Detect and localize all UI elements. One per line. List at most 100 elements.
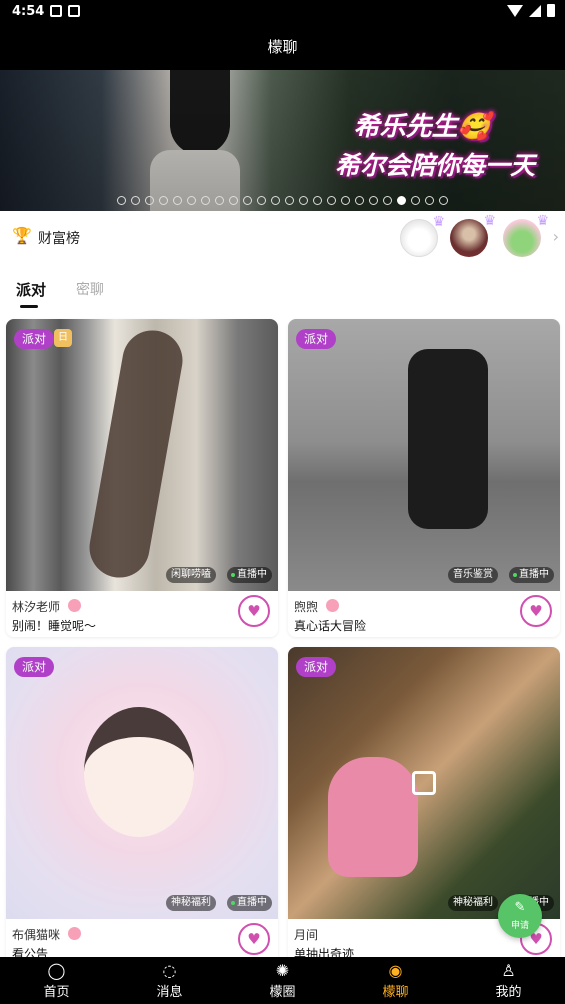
apply-label: 申请 xyxy=(510,921,529,931)
carousel-dot[interactable] xyxy=(299,196,308,205)
home-icon: ◯ xyxy=(47,961,66,980)
carousel-dot[interactable] xyxy=(229,196,238,205)
tab-party[interactable]: 派对 xyxy=(16,279,46,300)
nav-home[interactable]: ◯ 首页 xyxy=(0,957,113,1004)
carousel-dot[interactable] xyxy=(187,196,196,205)
signal-icon xyxy=(529,4,541,17)
profile-icon: ♙ xyxy=(501,961,516,980)
host-name: 布偶猫咪 xyxy=(12,928,61,942)
carousel-dot[interactable] xyxy=(159,196,168,205)
room-type-badge: 派对 xyxy=(14,657,55,677)
room-extra-badge: 日 xyxy=(54,329,72,347)
heart-button[interactable]: ♥ xyxy=(238,923,270,955)
nav-circle-label: 檬圈 xyxy=(269,985,296,1000)
banner-carousel[interactable]: 希乐先生🥰 希尔会陪你每一天 xyxy=(0,70,565,211)
carousel-dot[interactable] xyxy=(215,196,224,205)
room-topic-chip: 音乐鉴赏 xyxy=(448,567,498,583)
ranking-label: 财富榜 xyxy=(38,231,80,247)
heart-button[interactable]: ♥ xyxy=(238,595,270,627)
chat-icon: ◉ xyxy=(388,961,403,980)
status-system-icons xyxy=(507,4,555,17)
host-name: 林汐老师 xyxy=(12,600,61,614)
crown-icon: ♛ xyxy=(536,213,549,229)
status-notification-icons xyxy=(50,5,80,17)
tab-bar: 派对 密聊 xyxy=(0,263,565,313)
avatar[interactable]: ♛ xyxy=(400,214,445,257)
room-topic-chip: 神秘福利 xyxy=(166,895,216,911)
room-type-badge: 派对 xyxy=(14,329,55,349)
room-grid: 派对 日 闲聊唠嗑 直播中 林汐老师 别闹！睡觉呢～ ♥ 派对 音乐鉴赏 直播中… xyxy=(0,313,565,957)
banner-headline: 希乐先生🥰 xyxy=(353,112,490,142)
carousel-dot[interactable] xyxy=(327,196,336,205)
battery-icon xyxy=(547,4,555,17)
circle-icon: ✺ xyxy=(275,961,290,980)
carousel-dot[interactable] xyxy=(369,196,378,205)
avatar[interactable]: ♛ xyxy=(503,213,549,257)
carousel-dot[interactable] xyxy=(383,196,392,205)
room-card[interactable]: 派对 日 闲聊唠嗑 直播中 林汐老师 别闹！睡觉呢～ ♥ xyxy=(6,319,278,637)
room-cover-image xyxy=(6,319,278,591)
crown-icon: ♛ xyxy=(483,213,496,229)
room-type-badge: 派对 xyxy=(296,329,337,349)
avatar[interactable]: ♛ xyxy=(450,213,496,257)
host-level-icon xyxy=(326,599,339,612)
carousel-dot[interactable] xyxy=(439,196,448,205)
nav-profile-label: 我的 xyxy=(495,985,522,1000)
room-type-badge: 派对 xyxy=(296,657,337,677)
nav-profile[interactable]: ♙ 我的 xyxy=(452,957,565,1004)
carousel-dot[interactable] xyxy=(397,196,406,205)
carousel-dot[interactable] xyxy=(257,196,266,205)
chevron-right-icon[interactable]: › xyxy=(553,227,559,246)
status-bar: 4:54 xyxy=(0,0,565,24)
edit-icon: ✎ xyxy=(514,900,526,915)
host-name: 煦煦 xyxy=(294,600,319,614)
heart-button[interactable]: ♥ xyxy=(520,595,552,627)
carousel-indicator xyxy=(0,196,565,205)
message-icon: ◌ xyxy=(162,961,177,980)
apply-button[interactable]: ✎ 申请 xyxy=(498,894,542,938)
host-name: 月间 xyxy=(294,928,319,942)
host-level-icon xyxy=(68,927,81,940)
room-description: 单抽出奇迹 xyxy=(294,947,355,957)
carousel-dot[interactable] xyxy=(131,196,140,205)
room-description: 别闹！睡觉呢～ xyxy=(12,619,97,633)
nav-messages[interactable]: ◌ 消息 xyxy=(113,957,226,1004)
trophy-icon: 🏆 xyxy=(12,226,32,245)
lock-icon xyxy=(412,771,436,795)
carousel-dot[interactable] xyxy=(425,196,434,205)
room-topic-chip: 神秘福利 xyxy=(448,895,498,911)
carousel-dot[interactable] xyxy=(341,196,350,205)
banner-subheadline: 希尔会陪你每一天 xyxy=(334,151,535,180)
room-card[interactable]: 派对 神秘福利 直播中 布偶猫咪 看公告 ♥ xyxy=(6,647,278,957)
carousel-dot[interactable] xyxy=(313,196,322,205)
carousel-dot[interactable] xyxy=(145,196,154,205)
nav-chat-label: 檬聊 xyxy=(382,985,409,1000)
live-status-chip: 直播中 xyxy=(227,895,272,911)
room-topic-chip: 闲聊唠嗑 xyxy=(166,567,216,583)
tab-secret-chat[interactable]: 密聊 xyxy=(76,279,104,299)
carousel-dot[interactable] xyxy=(117,196,126,205)
crown-icon: ♛ xyxy=(432,214,445,230)
room-card[interactable]: 派对 音乐鉴赏 直播中 煦煦 真心话大冒险 ♥ xyxy=(288,319,560,637)
host-level-icon xyxy=(68,599,81,612)
carousel-dot[interactable] xyxy=(355,196,364,205)
status-time: 4:54 xyxy=(12,4,45,19)
carousel-dot[interactable] xyxy=(285,196,294,205)
nav-home-label: 首页 xyxy=(43,985,70,1000)
room-description: 真心话大冒险 xyxy=(294,619,367,633)
carousel-dot[interactable] xyxy=(173,196,182,205)
notification-icon xyxy=(50,5,62,17)
nav-chat[interactable]: ◉ 檬聊 xyxy=(339,957,452,1004)
room-cover-image xyxy=(288,319,560,591)
nav-circle[interactable]: ✺ 檬圈 xyxy=(226,957,339,1004)
wealth-ranking-bar[interactable]: 🏆 财富榜 ♛ ♛ ♛ › xyxy=(0,211,565,263)
carousel-dot[interactable] xyxy=(271,196,280,205)
room-cover-image xyxy=(6,647,278,919)
live-status-chip: 直播中 xyxy=(227,567,272,583)
wifi-icon xyxy=(507,4,523,17)
live-status-chip: 直播中 xyxy=(509,567,554,583)
page-title: 檬聊 xyxy=(0,24,565,70)
carousel-dot[interactable] xyxy=(201,196,210,205)
carousel-dot[interactable] xyxy=(411,196,420,205)
carousel-dot[interactable] xyxy=(243,196,252,205)
